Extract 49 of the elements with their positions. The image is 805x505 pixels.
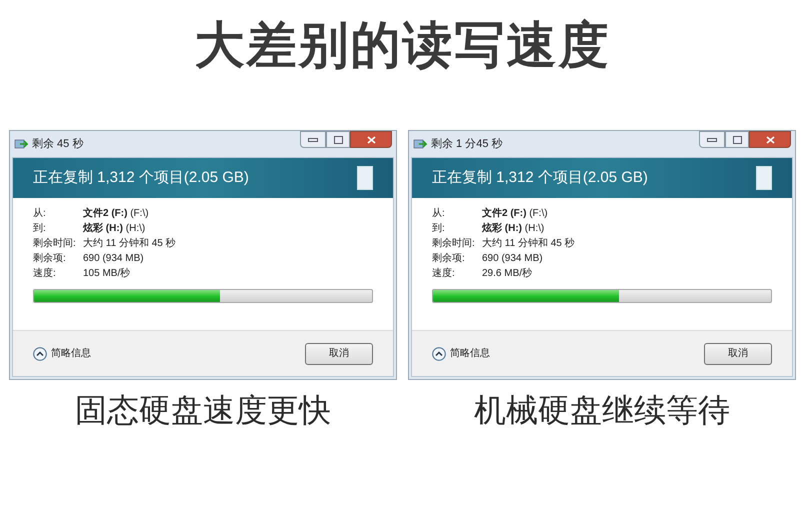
minimize-icon	[308, 138, 318, 142]
detail-label: 剩余时间:	[33, 236, 77, 251]
detail-label: 到:	[432, 222, 446, 236]
maximize-button[interactable]	[725, 131, 749, 148]
detail-label: 速度:	[33, 266, 57, 281]
copy-icon	[14, 138, 28, 150]
chevron-up-icon	[33, 346, 47, 360]
maximize-icon	[334, 136, 342, 144]
detail-value: 文件2 (F:) (F:\)	[482, 206, 548, 221]
window-title: 剩余 1 分45 秒	[431, 136, 503, 152]
detail-value: 105 MB/秒	[83, 266, 130, 281]
detail-label: 速度:	[432, 266, 456, 281]
close-icon	[766, 136, 774, 144]
detail-label: 剩余时间:	[432, 236, 476, 251]
maximize-icon	[732, 136, 742, 144]
detail-value: 炫彩 (H:) (H:\)	[482, 222, 544, 236]
detail-value: 文件2 (F:) (F:\)	[83, 206, 149, 221]
detail-value: 690 (934 MB)	[83, 252, 144, 266]
detail-label: 从:	[33, 206, 47, 221]
minimize-button[interactable]	[300, 131, 326, 148]
copy-icon	[413, 138, 427, 150]
detail-value: 29.6 MB/秒	[482, 266, 532, 281]
detail-value: 690 (934 MB)	[482, 252, 543, 266]
detail-value: 大约 11 分钟和 45 秒	[83, 236, 176, 251]
detail-label: 剩余项:	[432, 252, 466, 266]
document-icon	[756, 166, 772, 190]
cancel-button[interactable]: 取消	[305, 342, 373, 364]
window-title: 剩余 45 秒	[32, 136, 84, 152]
headline: 大差别的读写速度	[194, 20, 610, 70]
minimize-button[interactable]	[699, 131, 725, 148]
cancel-button[interactable]: 取消	[704, 342, 772, 364]
close-button[interactable]	[350, 131, 392, 148]
caption: 机械硬盘继续等待	[474, 394, 730, 426]
detail-value: 炫彩 (H:) (H:\)	[83, 222, 146, 236]
detail-label: 从:	[432, 206, 446, 221]
maximize-button[interactable]	[326, 131, 350, 148]
minimize-icon	[707, 138, 717, 142]
copy-status: 正在复制 1,312 个项目(2.05 GB)	[432, 168, 648, 188]
document-icon	[357, 166, 373, 190]
details-toggle[interactable]: 简略信息	[432, 346, 490, 361]
details-toggle[interactable]: 简略信息	[33, 346, 91, 361]
detail-label: 剩余项:	[33, 252, 67, 266]
detail-value: 大约 11 分钟和 45 秒	[482, 236, 575, 251]
caption: 固态硬盘速度更快	[75, 394, 331, 426]
copy-status: 正在复制 1,312 个项目(2.05 GB)	[33, 168, 249, 188]
chevron-up-icon	[432, 346, 446, 360]
close-icon	[366, 136, 376, 144]
close-button[interactable]	[749, 131, 791, 148]
detail-label: 到:	[33, 222, 47, 236]
